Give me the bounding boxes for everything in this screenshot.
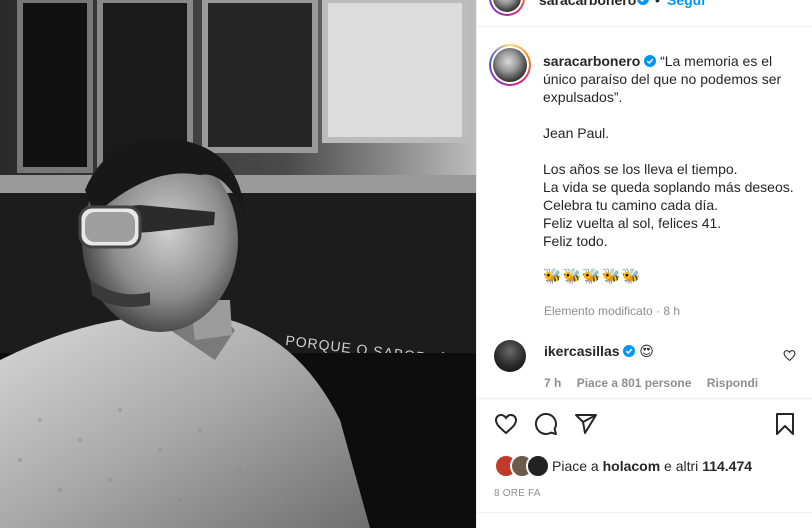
verified-icon: [644, 55, 657, 67]
post-image: PORQUE O SABOR, É ESS: [0, 0, 476, 528]
post-header: saracarbonero • Segui: [477, 0, 812, 27]
heart-icon[interactable]: [494, 412, 518, 436]
header-avatar[interactable]: [489, 0, 525, 16]
caption-username[interactable]: saracarbonero: [543, 53, 640, 69]
divider: [477, 398, 812, 399]
caption-emojis: 🐝🐝🐝🐝🐝: [543, 268, 642, 285]
comment-reply-button[interactable]: Rispondi: [707, 376, 758, 390]
bookmark-icon[interactable]: [774, 412, 796, 436]
comment-username[interactable]: ikercasillas: [544, 343, 620, 359]
comment-meta: 7 h Piace a 801 persone Rispondi: [544, 376, 770, 390]
comment-icon[interactable]: [534, 412, 558, 436]
caption-meta: Elemento modificato · 8 h: [544, 304, 681, 318]
post-time-ago: 8 ORE FA: [494, 488, 541, 499]
verified-icon: [623, 345, 636, 357]
liker-avatar: [526, 454, 550, 478]
comment-time: 7 h: [544, 376, 562, 390]
likes-middle: e altri: [660, 458, 703, 474]
comment-text: 😍: [639, 343, 654, 359]
post-sidebar: saracarbonero • Segui saracarbonero “La …: [476, 0, 812, 528]
post-caption: saracarbonero “La memoria es el único pa…: [543, 52, 805, 286]
header-dot: •: [655, 0, 660, 8]
comment-avatar[interactable]: [494, 340, 526, 372]
comment: ikercasillas 😍: [544, 343, 654, 360]
likes-user[interactable]: holacom: [603, 458, 661, 474]
follow-button[interactable]: Segui: [667, 0, 705, 8]
caption-line: Celebra tu camino cada día.: [543, 197, 719, 213]
caption-line: Feliz vuelta al sol, felices 41.: [543, 215, 722, 231]
post-actions: [477, 408, 812, 444]
post-photo: PORQUE O SABOR, É ESS: [0, 0, 476, 528]
likes-prefix: Piace a: [552, 458, 603, 474]
likes-summary[interactable]: Piace a holacom e altri 114.474: [552, 458, 752, 474]
verified-icon: [637, 0, 649, 5]
header-username[interactable]: saracarbonero: [539, 0, 636, 8]
likes-count[interactable]: 114.474: [702, 458, 752, 474]
comment-like-heart-icon[interactable]: [783, 349, 796, 362]
caption-author: Jean Paul.: [543, 125, 610, 141]
caption-line: Feliz todo.: [543, 233, 608, 249]
comment-likes[interactable]: Piace a 801 persone: [577, 376, 692, 390]
caption-line: Los años se los lleva el tiempo.: [543, 161, 738, 177]
share-icon[interactable]: [574, 412, 598, 436]
caption-avatar[interactable]: [489, 44, 531, 86]
caption-line: La vida se queda soplando más deseos.: [543, 179, 794, 195]
divider: [477, 512, 812, 513]
